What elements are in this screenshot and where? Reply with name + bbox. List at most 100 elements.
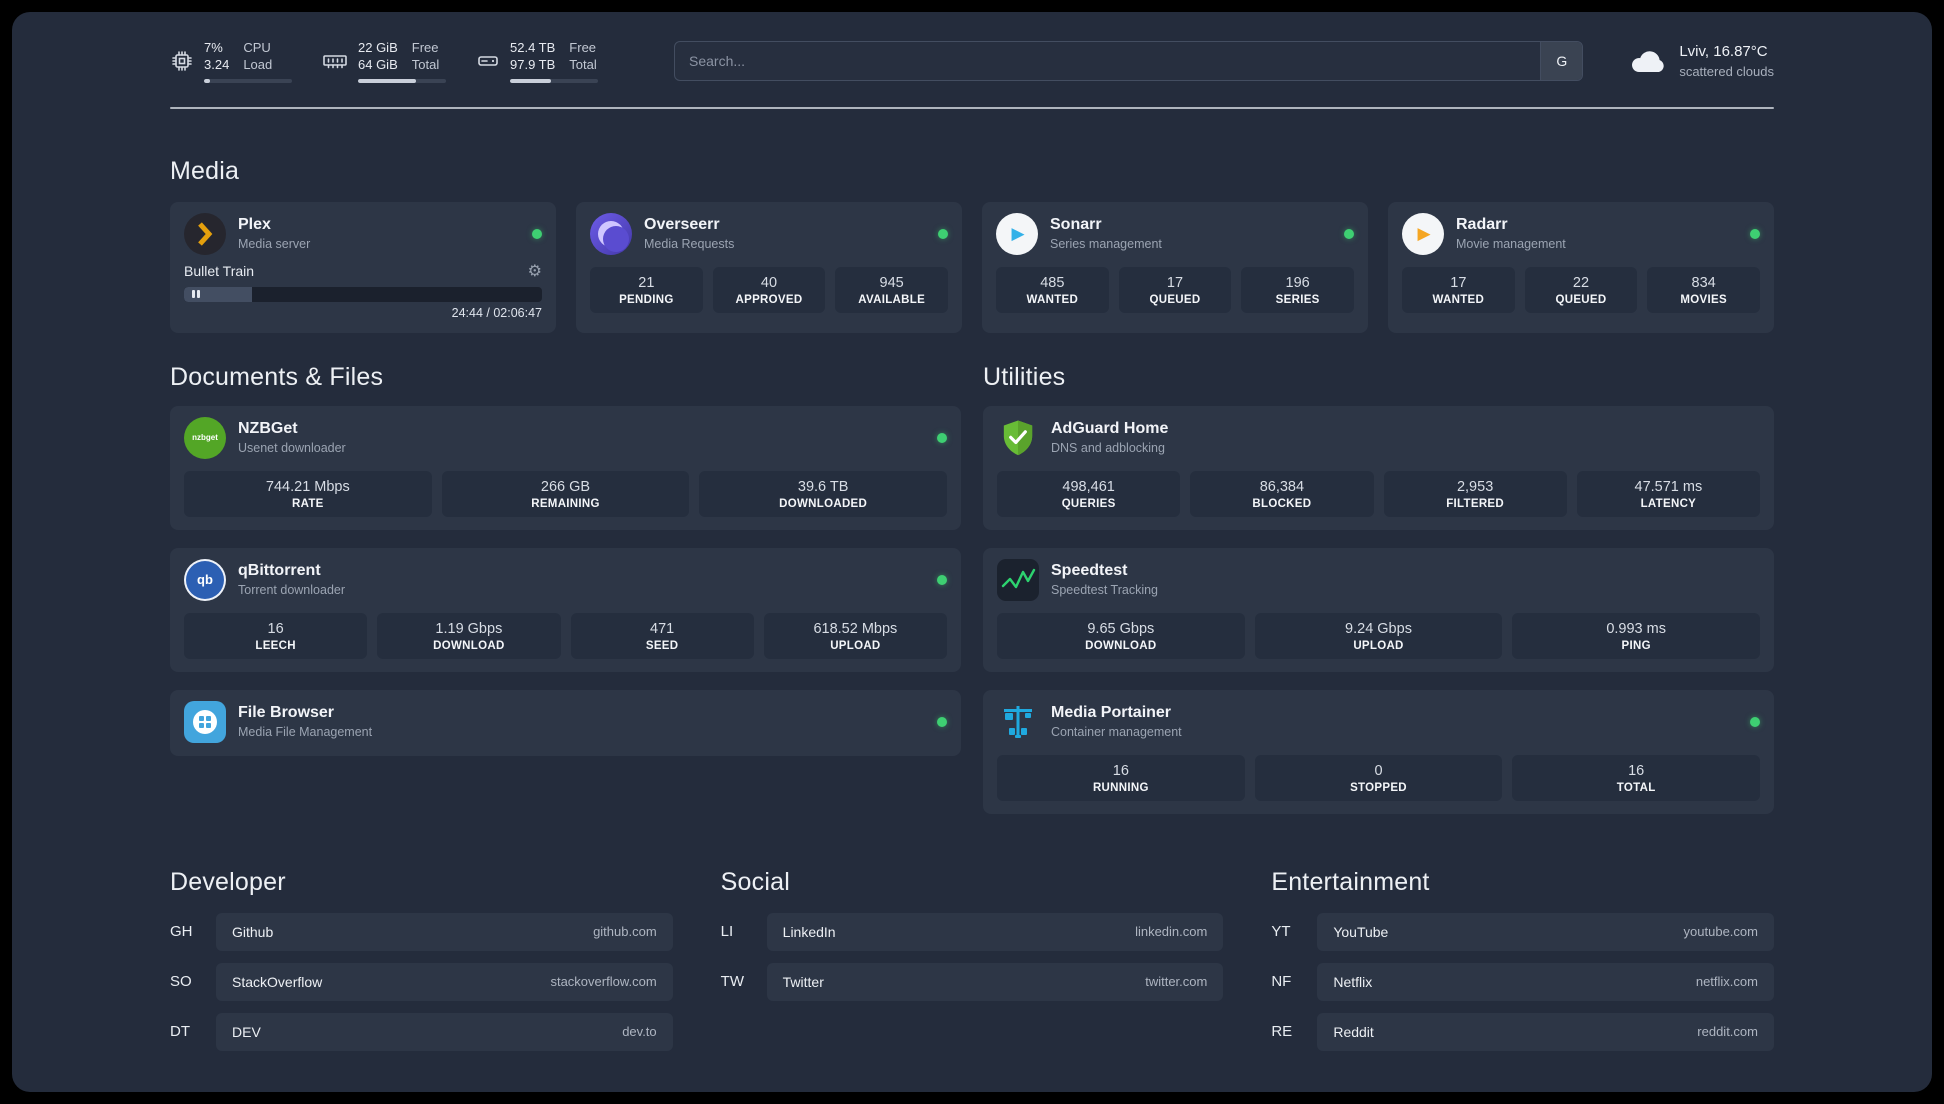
pause-icon[interactable]	[192, 287, 200, 302]
bookmark-youtube[interactable]: YouTube youtube.com	[1317, 912, 1774, 951]
app-subtitle: Media Requests	[644, 237, 735, 252]
disk-icon	[478, 56, 498, 67]
qbittorrent-card[interactable]: qb qBittorrent Torrent downloader 16 LEEC…	[170, 547, 961, 672]
status-dot	[937, 716, 947, 727]
entertainment-links-column: Entertainment YT YouTube youtube.com NF …	[1271, 868, 1774, 1051]
bookmark-reddit[interactable]: Reddit reddit.com	[1317, 1012, 1774, 1051]
bookmark-netflix[interactable]: Netflix netflix.com	[1317, 962, 1774, 1001]
playback-time: 24:44 / 02:06:47	[451, 305, 542, 320]
adguard-card[interactable]: AdGuard Home DNS and adblocking 498,461 Q…	[983, 405, 1774, 530]
sonarr-card[interactable]: ▶ Sonarr Series management 485 WANTED 17 Q…	[982, 201, 1368, 333]
nzbget-card[interactable]: nzbget NZBGet Usenet downloader 744.21 M…	[170, 405, 961, 530]
app-name: Speedtest	[1051, 562, 1128, 580]
bookmark-row: GH Github github.com	[170, 912, 673, 951]
cloud-icon	[1632, 51, 1665, 73]
status-dot	[1750, 716, 1760, 727]
status-dot	[938, 228, 948, 239]
stat-tile: 16 RUNNING	[997, 754, 1245, 801]
app-name: Sonarr	[1050, 216, 1102, 234]
disk-total-value: 97.9 TB	[510, 56, 556, 72]
stat-tile: 40 APPROVED	[712, 266, 826, 313]
bookmark-linkedin[interactable]: LinkedIn linkedin.com	[766, 912, 1224, 951]
stat-tile: 47.571 ms LATENCY	[1576, 470, 1760, 517]
stat-tile: 39.6 TB DOWNLOADED	[699, 470, 947, 517]
disk-total-label: Total	[569, 56, 597, 72]
bookmark-abbr: LI	[720, 923, 734, 941]
overseerr-icon	[590, 212, 632, 255]
sonarr-icon: ▶	[996, 212, 1038, 255]
bookmark-dev[interactable]: DEV dev.to	[216, 1012, 673, 1051]
documents-section-heading: Documents & Files	[170, 362, 384, 391]
topbar: 7% 3.24 CPU Load 22 GiB 64 GiB Free Tota…	[170, 40, 1774, 83]
speedtest-card[interactable]: Speedtest Speedtest Tracking 9.65 Gbps DO…	[983, 547, 1774, 672]
cpu-usage-bar	[204, 78, 292, 83]
status-dot	[532, 228, 542, 239]
developer-links-column: Developer GH Github github.com SO StackO…	[170, 868, 673, 1051]
stat-tile: 86,384 BLOCKED	[1190, 470, 1374, 517]
disk-free-value: 52.4 TB	[510, 40, 556, 55]
social-links-column: Social LI LinkedIn linkedin.com TW Twitt…	[721, 868, 1224, 1001]
app-subtitle: DNS and adblocking	[1051, 441, 1165, 456]
overseerr-card[interactable]: Overseerr Media Requests 21 PENDING 40 APP…	[576, 201, 962, 333]
bookmark-row: LI LinkedIn linkedin.com	[720, 912, 1224, 951]
bookmark-abbr: RE	[1271, 1023, 1293, 1041]
filebrowser-icon	[184, 700, 226, 743]
entertainment-section-heading: Entertainment	[1271, 867, 1430, 896]
ram-free-value: 22 GiB	[358, 40, 398, 55]
app-subtitle: Movie management	[1456, 237, 1566, 252]
ram-icon	[323, 55, 347, 69]
speedtest-icon	[997, 558, 1039, 601]
app-name: Plex	[238, 216, 271, 234]
bookmark-row: SO StackOverflow stackoverflow.com	[170, 962, 673, 1001]
radarr-card[interactable]: ▶ Radarr Movie management 17 WANTED 22 QUE…	[1388, 201, 1774, 333]
stat-tile: 618.52 Mbps UPLOAD	[763, 612, 947, 659]
app-subtitle: Container management	[1051, 725, 1182, 740]
search-box: G	[674, 41, 1584, 82]
social-section-heading: Social	[720, 867, 790, 896]
cpu-icon	[172, 51, 192, 72]
ram-metric: 22 GiB 64 GiB Free Total	[322, 40, 446, 83]
stat-tile: 744.21 Mbps RATE	[184, 470, 432, 517]
utilities-column: Utilities AdGuard Home DNS and adblockin…	[983, 363, 1774, 814]
bookmark-row: YT YouTube youtube.com	[1271, 912, 1774, 951]
bookmark-github[interactable]: Github github.com	[216, 912, 673, 951]
documents-column: Documents & Files nzbget NZBGet Usenet d…	[170, 363, 961, 756]
portainer-card[interactable]: Media Portainer Container management 16 R…	[983, 689, 1774, 814]
weather-widget: Lviv, 16.87°C scattered clouds	[1629, 42, 1774, 80]
weather-location: Lviv, 16.87°C	[1679, 43, 1768, 61]
stat-tile: 22 QUEUED	[1524, 266, 1638, 313]
cpu-load-label: Load	[243, 56, 273, 72]
plex-icon	[184, 212, 226, 255]
desktop-background: 7% 3.24 CPU Load 22 GiB 64 GiB Free Tota…	[0, 0, 1944, 1104]
bookmark-stackoverflow[interactable]: StackOverflow stackoverflow.com	[216, 962, 673, 1001]
radarr-icon: ▶	[1402, 212, 1444, 255]
bookmark-row: DT DEV dev.to	[170, 1012, 673, 1051]
ram-total-label: Total	[411, 56, 440, 72]
ram-total-value: 64 GiB	[358, 56, 398, 72]
now-playing-widget: Bullet Train ⚙ 24:44 / 02:06:47	[184, 262, 542, 320]
stat-tile: 16 LEECH	[184, 612, 368, 659]
now-playing-title: Bullet Train	[184, 262, 255, 279]
stat-tile: 2,953 FILTERED	[1383, 470, 1567, 517]
stat-tile: 945 AVAILABLE	[835, 266, 948, 313]
bookmark-row: RE Reddit reddit.com	[1271, 1012, 1774, 1051]
portainer-icon	[997, 701, 1039, 743]
media-grid: Plex Media server Bullet Train ⚙ 24:44 /…	[170, 201, 1774, 333]
app-name: Media Portainer	[1051, 704, 1172, 722]
bookmark-abbr: YT	[1271, 923, 1291, 941]
stat-tile: 16 TOTAL	[1512, 754, 1760, 801]
bookmark-twitter[interactable]: Twitter twitter.com	[766, 962, 1224, 1001]
stat-tile: 0 STOPPED	[1254, 754, 1503, 801]
gear-icon[interactable]: ⚙	[528, 262, 542, 279]
stat-tile: 834 MOVIES	[1647, 266, 1760, 313]
developer-section-heading: Developer	[170, 867, 286, 896]
search-input[interactable]	[674, 41, 1584, 82]
app-subtitle: Usenet downloader	[238, 441, 346, 456]
app-name: NZBGet	[238, 420, 298, 438]
search-engine-button[interactable]: G	[1540, 42, 1583, 81]
plex-card[interactable]: Plex Media server Bullet Train ⚙ 24:44 /…	[170, 201, 556, 333]
stat-tile: 471 SEED	[570, 612, 754, 659]
status-dot	[937, 574, 947, 585]
filebrowser-card[interactable]: File Browser Media File Management	[170, 689, 961, 756]
playback-progress-bar[interactable]	[184, 286, 542, 302]
